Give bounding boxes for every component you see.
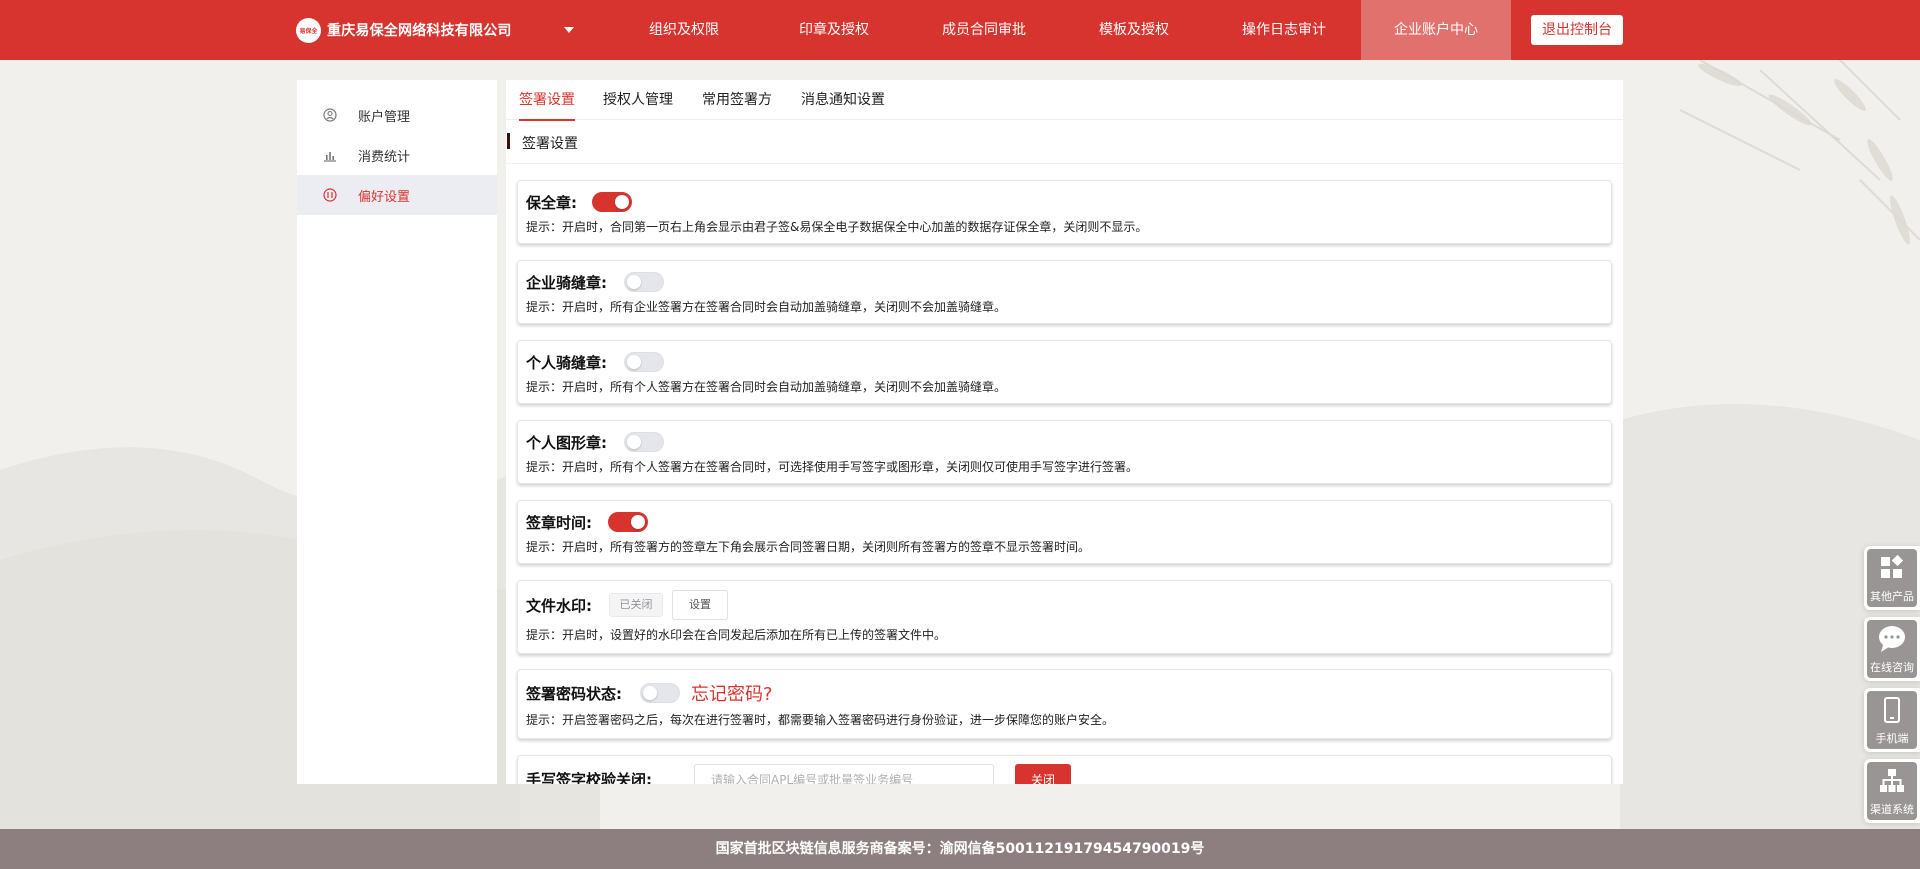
- setting-card-file-watermark: 文件水印: 已关闭 设置 提示：开启时，设置好的水印会在合同发起后添加在所有已上…: [517, 580, 1612, 654]
- main-panel: 签署设置 授权人管理 常用签署方 消息通知设置 签署设置 保全章: 提示：开启时…: [506, 80, 1623, 784]
- setting-card-personal-graphic-seal: 个人图形章: 提示：开启时，所有个人签署方在签署合同时，可选择使用手写签字或图形…: [517, 420, 1612, 484]
- section-marker: [507, 133, 510, 149]
- watermark-settings-button[interactable]: 设置: [672, 590, 728, 620]
- tab-notification-settings[interactable]: 消息通知设置: [801, 80, 885, 120]
- setting-tip: 提示：开启时，所有个人签署方在签署合同时，可选择使用手写签字或图形章，关闭则仅可…: [526, 460, 1139, 474]
- sidebar-item-label: 偏好设置: [358, 189, 411, 205]
- setting-tip: 提示：开启时，所有个人签署方在签署合同时会自动加盖骑缝章，关闭则不会加盖骑缝章。: [526, 380, 1007, 394]
- nav-seals-authorization[interactable]: 印章及授权: [774, 0, 894, 60]
- sidebar-item-preferences[interactable]: 偏好设置: [297, 175, 497, 215]
- setting-tip: 提示：开启时，所有签署方的签章左下角会展示合同签署日期，关闭则所有签署方的签章不…: [526, 540, 1091, 554]
- top-navigation-bar: 易保全 重庆易保全网络科技有限公司 组织及权限 印章及授权 成员合同审批 模板及…: [0, 0, 1920, 60]
- setting-card-corporate-riding-seal: 企业骑缝章: 提示：开启时，所有企业签署方在签署合同时会自动加盖骑缝章，关闭则不…: [517, 260, 1612, 324]
- company-name: 重庆易保全网络科技有限公司: [327, 23, 512, 39]
- setting-card-personal-riding-seal: 个人骑缝章: 提示：开启时，所有个人签署方在签署合同时会自动加盖骑缝章，关闭则不…: [517, 340, 1612, 404]
- tab-authorized-person-management[interactable]: 授权人管理: [603, 80, 673, 120]
- sign-password-toggle[interactable]: [640, 683, 680, 703]
- nav-enterprise-account-center[interactable]: 企业账户中心: [1361, 0, 1511, 60]
- setting-title: 企业骑缝章:: [526, 274, 607, 292]
- personal-riding-seal-toggle[interactable]: [624, 352, 664, 372]
- setting-tip: 提示：开启时，合同第一页右上角会显示由君子签&易保全电子数据保全中心加盖的数据存…: [526, 220, 1148, 234]
- tab-sign-settings[interactable]: 签署设置: [519, 80, 575, 121]
- setting-card-preservation-seal: 保全章: 提示：开启时，合同第一页右上角会显示由君子签&易保全电子数据保全中心加…: [517, 180, 1612, 244]
- float-widget-label: 手机端: [1875, 732, 1909, 745]
- float-widget-channel-system[interactable]: 渠道系统: [1864, 759, 1920, 823]
- settings-tabs: 签署设置 授权人管理 常用签署方 消息通知设置: [506, 80, 1623, 121]
- setting-card-sign-password: 签署密码状态: 忘记密码? 提示：开启签署密码之后，每次在进行签署时，都需要输入…: [517, 669, 1612, 739]
- float-widget-label: 其他产品: [1870, 590, 1914, 603]
- setting-title: 签章时间:: [526, 514, 592, 532]
- sidebar-item-account[interactable]: 账户管理: [297, 95, 497, 135]
- section-header: 签署设置: [506, 120, 1623, 164]
- footer-record-number: 国家首批区块链信息服务商备案号：渝网信备50011219179454790019…: [0, 829, 1920, 869]
- logout-button[interactable]: 退出控制台: [1531, 15, 1623, 45]
- setting-card-handwriting-check: 手写签字校验关闭: 关闭: [517, 755, 1612, 784]
- float-widget-label: 在线咨询: [1870, 661, 1914, 674]
- setting-title: 保全章:: [526, 194, 577, 212]
- corporate-riding-seal-toggle[interactable]: [624, 272, 664, 292]
- handwriting-check-close-button[interactable]: 关闭: [1015, 764, 1071, 784]
- nav-operation-log-audit[interactable]: 操作日志审计: [1228, 0, 1340, 60]
- setting-card-sign-time: 签章时间: 提示：开启时，所有签署方的签章左下角会展示合同签署日期，关闭则所有签…: [517, 500, 1612, 564]
- sidebar: 账户管理 消费统计 偏好设置: [297, 80, 497, 784]
- float-widget-other-products[interactable]: 其他产品: [1864, 546, 1920, 610]
- setting-tip: 提示：开启签署密码之后，每次在进行签署时，都需要输入签署密码进行身份验证，进一步…: [526, 713, 1115, 727]
- nav-member-contract-approval[interactable]: 成员合同审批: [928, 0, 1040, 60]
- grid-icon: [1877, 554, 1907, 582]
- sidebar-item-consumption-stats[interactable]: 消费统计: [297, 135, 497, 175]
- watermark-status-badge: 已关闭: [609, 593, 663, 617]
- bar-chart-icon: [323, 148, 337, 162]
- sign-time-toggle[interactable]: [608, 512, 648, 532]
- org-chart-icon: [1877, 767, 1907, 795]
- setting-tip: 提示：开启时，所有企业签署方在签署合同时会自动加盖骑缝章，关闭则不会加盖骑缝章。: [526, 300, 1007, 314]
- float-widget-mobile[interactable]: 手机端: [1864, 688, 1920, 752]
- setting-tip: 提示：开启时，设置好的水印会在合同发起后添加在所有已上传的签署文件中。: [526, 628, 947, 642]
- tab-common-signers[interactable]: 常用签署方: [702, 80, 772, 120]
- chevron-down-icon[interactable]: [564, 27, 574, 33]
- setting-title: 签署密码状态:: [526, 685, 622, 703]
- user-circle-icon: [323, 108, 337, 122]
- setting-title: 个人图形章:: [526, 434, 607, 452]
- mobile-icon: [1877, 696, 1907, 724]
- sidebar-item-label: 消费统计: [358, 149, 411, 165]
- company-brand[interactable]: 易保全 重庆易保全网络科技有限公司: [296, 0, 512, 60]
- setting-title: 手写签字校验关闭:: [526, 771, 652, 784]
- float-widget-label: 渠道系统: [1870, 803, 1914, 816]
- sidebar-item-label: 账户管理: [358, 109, 411, 125]
- section-title: 签署设置: [522, 136, 578, 152]
- nav-templates-authorization[interactable]: 模板及授权: [1078, 0, 1190, 60]
- contract-number-input[interactable]: [694, 764, 994, 784]
- float-widget-online-consult[interactable]: 在线咨询: [1864, 617, 1920, 681]
- preservation-seal-toggle[interactable]: [592, 192, 632, 212]
- setting-title: 文件水印:: [526, 597, 592, 615]
- setting-title: 个人骑缝章:: [526, 354, 607, 372]
- chat-icon: [1877, 625, 1907, 653]
- nav-org-permissions[interactable]: 组织及权限: [626, 0, 742, 60]
- personal-graphic-seal-toggle[interactable]: [624, 432, 664, 452]
- settings-circle-icon: [323, 188, 337, 202]
- company-logo: 易保全: [296, 17, 321, 43]
- forgot-password-link[interactable]: 忘记密码?: [691, 680, 773, 706]
